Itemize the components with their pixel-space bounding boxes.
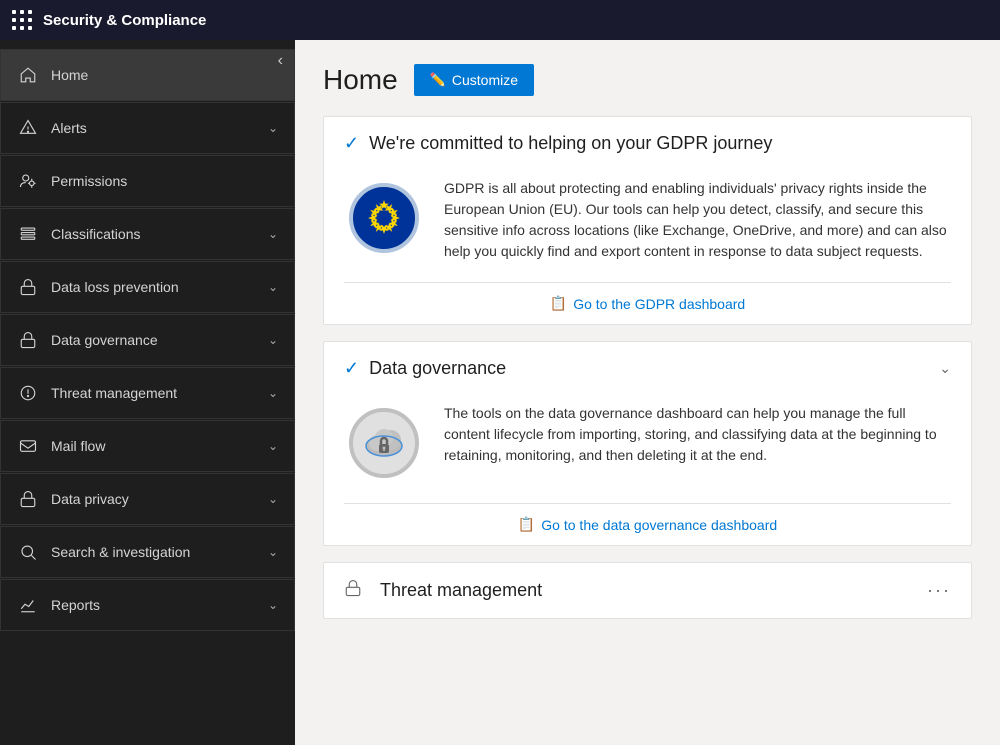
sidebar-collapse-button[interactable]: ‹ [278, 52, 283, 70]
sidebar-item-classifications-label: Classifications [51, 226, 268, 242]
sidebar-item-privacy-label: Data privacy [51, 491, 268, 507]
sidebar-item-data-governance-label: Data governance [51, 332, 268, 348]
data-loss-chevron-icon: ⌄ [268, 280, 278, 294]
customize-button[interactable]: ✏️ Customize [414, 64, 534, 96]
home-icon [17, 64, 39, 86]
gdpr-dashboard-link[interactable]: 📋 Go to the GDPR dashboard [324, 283, 971, 324]
sidebar: ‹ Home Alerts ⌄ P [0, 40, 295, 745]
cloud-governance-wrapper [344, 403, 424, 483]
gdpr-card-body: GDPR is all about protecting and enablin… [324, 170, 971, 282]
threat-management-card-header: Threat management ··· [324, 563, 971, 618]
clipboard-icon: 📋 [550, 295, 567, 312]
threat-management-card: Threat management ··· [323, 562, 972, 619]
data-governance-body-text: The tools on the data governance dashboa… [444, 403, 951, 466]
gdpr-body-text: GDPR is all about protecting and enablin… [444, 178, 951, 262]
customize-label: Customize [452, 72, 518, 88]
gdpr-card: ✓ We're committed to helping on your GDP… [323, 116, 972, 325]
data-governance-link-text: Go to the data governance dashboard [541, 517, 777, 533]
classifications-chevron-icon: ⌄ [268, 227, 278, 241]
threat-management-card-title: Threat management [380, 580, 917, 601]
sidebar-item-mail-label: Mail flow [51, 438, 268, 454]
classifications-icon [17, 223, 39, 245]
sidebar-item-search-investigation[interactable]: Search & investigation ⌄ [0, 526, 295, 578]
sidebar-item-data-governance[interactable]: Data governance ⌄ [0, 314, 295, 366]
pencil-icon: ✏️ [430, 72, 446, 88]
clipboard2-icon: 📋 [518, 516, 535, 533]
alert-icon [17, 117, 39, 139]
page-title: Home [323, 64, 398, 96]
search-icon [17, 541, 39, 563]
eu-flag-wrapper [344, 178, 424, 258]
gdpr-check-icon: ✓ [344, 133, 359, 154]
sidebar-item-threat-management[interactable]: Threat management ⌄ [0, 367, 295, 419]
data-governance-card-body: The tools on the data governance dashboa… [324, 395, 971, 503]
sidebar-item-reports[interactable]: Reports ⌄ [0, 579, 295, 631]
reports-chevron-icon: ⌄ [268, 598, 278, 612]
app-title: Security & Compliance [43, 12, 206, 29]
mail-icon [17, 435, 39, 457]
sidebar-item-data-loss-label: Data loss prevention [51, 279, 268, 295]
sidebar-item-home[interactable]: Home [0, 49, 295, 101]
sidebar-item-mail-flow[interactable]: Mail flow ⌄ [0, 420, 295, 472]
reports-icon [17, 594, 39, 616]
sidebar-item-home-label: Home [51, 67, 278, 83]
gdpr-card-title: We're committed to helping on your GDPR … [369, 133, 951, 154]
sidebar-item-permissions[interactable]: Permissions [0, 155, 295, 207]
data-governance-icon [17, 329, 39, 351]
data-governance-card-header: ✓ Data governance ⌄ [324, 342, 971, 395]
data-governance-chevron-icon: ⌄ [268, 333, 278, 347]
top-bar: Security & Compliance [0, 0, 1000, 40]
search-chevron-icon: ⌄ [268, 545, 278, 559]
threat-chevron-icon: ⌄ [268, 386, 278, 400]
sidebar-item-threat-label: Threat management [51, 385, 268, 401]
data-governance-card-chevron[interactable]: ⌄ [939, 360, 951, 377]
sidebar-item-alerts[interactable]: Alerts ⌄ [0, 102, 295, 154]
data-governance-dashboard-link[interactable]: 📋 Go to the data governance dashboard [324, 504, 971, 545]
page-header: Home ✏️ Customize [323, 64, 972, 96]
alerts-chevron-icon: ⌄ [268, 121, 278, 135]
sidebar-item-alerts-label: Alerts [51, 120, 268, 136]
permissions-icon [17, 170, 39, 192]
privacy-chevron-icon: ⌄ [268, 492, 278, 506]
sidebar-item-permissions-label: Permissions [51, 173, 278, 189]
main-layout: ‹ Home Alerts ⌄ P [0, 40, 1000, 745]
data-loss-icon [17, 276, 39, 298]
threat-icon [17, 382, 39, 404]
app-grid-icon [12, 10, 33, 31]
privacy-icon [17, 488, 39, 510]
mail-chevron-icon: ⌄ [268, 439, 278, 453]
sidebar-item-classifications[interactable]: Classifications ⌄ [0, 208, 295, 260]
sidebar-item-data-privacy[interactable]: Data privacy ⌄ [0, 473, 295, 525]
sidebar-item-data-loss[interactable]: Data loss prevention ⌄ [0, 261, 295, 313]
lock-icon [344, 579, 362, 602]
cloud-lock-icon [349, 408, 419, 478]
gdpr-card-header: ✓ We're committed to helping on your GDP… [324, 117, 971, 170]
gdpr-link-text: Go to the GDPR dashboard [573, 296, 745, 312]
eu-flag-icon [349, 183, 419, 253]
sidebar-item-search-label: Search & investigation [51, 544, 268, 560]
data-governance-check-icon: ✓ [344, 358, 359, 379]
data-governance-card: ✓ Data governance ⌄ [323, 341, 972, 546]
threat-more-options-icon[interactable]: ··· [927, 580, 951, 601]
main-content: Home ✏️ Customize ✓ We're committed to h… [295, 40, 1000, 745]
data-governance-card-title: Data governance [369, 358, 929, 379]
sidebar-nav: Home Alerts ⌄ Permissions [0, 48, 295, 632]
sidebar-item-reports-label: Reports [51, 597, 268, 613]
